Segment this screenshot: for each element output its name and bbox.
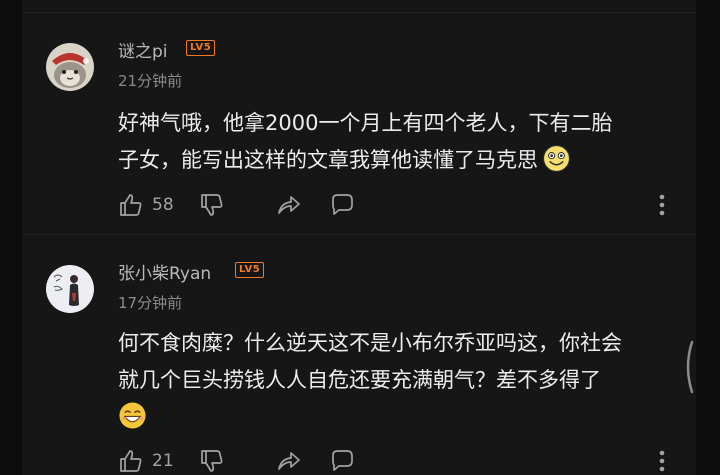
like-count: 21 (152, 451, 174, 471)
comment-line: 好神气哦，他拿2000一个月上有四个老人，下有二胎 (118, 111, 613, 135)
like-button[interactable]: 21 (118, 447, 174, 475)
comment-line (118, 399, 683, 436)
timestamp: 21分钟前 (118, 72, 183, 90)
username[interactable]: 张小柴Ryan (118, 259, 211, 284)
reply-button[interactable] (329, 447, 355, 475)
more-options-button[interactable] (656, 191, 668, 219)
divider (22, 234, 696, 235)
thumbs-down-icon (201, 194, 223, 216)
cat-avatar-icon (46, 43, 94, 91)
comment-bubble-icon (332, 194, 353, 215)
divider (22, 12, 696, 13)
dislike-button[interactable] (199, 191, 225, 219)
smile-emoji-icon (542, 144, 571, 173)
reply-button[interactable] (329, 191, 355, 219)
timestamp: 17分钟前 (118, 294, 183, 312)
share-icon (278, 196, 300, 214)
sketch-avatar-icon (46, 265, 94, 313)
edge-bracket-icon (686, 340, 694, 394)
comment-line-text: 子女，能写出这样的文章我算他读懂了马克思 (118, 148, 538, 172)
level-badge: LV5 (235, 262, 265, 278)
level-badge: LV5 (186, 40, 216, 56)
share-button[interactable] (276, 191, 302, 219)
grin-emoji-icon (119, 402, 146, 429)
side-swipe-handle[interactable] (680, 338, 696, 396)
share-button[interactable] (276, 447, 302, 475)
dislike-button[interactable] (199, 447, 225, 475)
comment-panel: 谜之pi LV5 21分钟前 好神气哦，他拿2000一个月上有四个老人，下有二胎… (22, 0, 696, 475)
username[interactable]: 谜之pi (118, 37, 168, 62)
thumbs-up-icon (120, 450, 142, 472)
like-button[interactable]: 58 (118, 191, 174, 219)
comment-line: 就几个巨头捞钱人人自危还要充满朝气？差不多得了 (118, 368, 601, 392)
comment-line: 何不食肉糜？什么逆天这不是小布尔乔亚吗这，你社会 (118, 331, 622, 355)
share-icon (278, 452, 300, 470)
user-avatar[interactable] (46, 43, 94, 91)
comment-text: 好神气哦，他拿2000一个月上有四个老人，下有二胎 子女，能写出这样的文章我算他… (118, 105, 683, 179)
more-vertical-icon (659, 194, 665, 216)
comment-line: 子女，能写出这样的文章我算他读懂了马克思 (118, 142, 683, 179)
comment-bubble-icon (332, 450, 353, 471)
thumbs-up-icon (120, 194, 142, 216)
like-count: 58 (152, 195, 174, 215)
user-avatar[interactable] (46, 265, 94, 313)
more-vertical-icon (659, 450, 665, 472)
comment-text: 何不食肉糜？什么逆天这不是小布尔乔亚吗这，你社会 就几个巨头捞钱人人自危还要充满… (118, 325, 683, 436)
more-options-button[interactable] (656, 447, 668, 475)
thumbs-down-icon (201, 450, 223, 472)
